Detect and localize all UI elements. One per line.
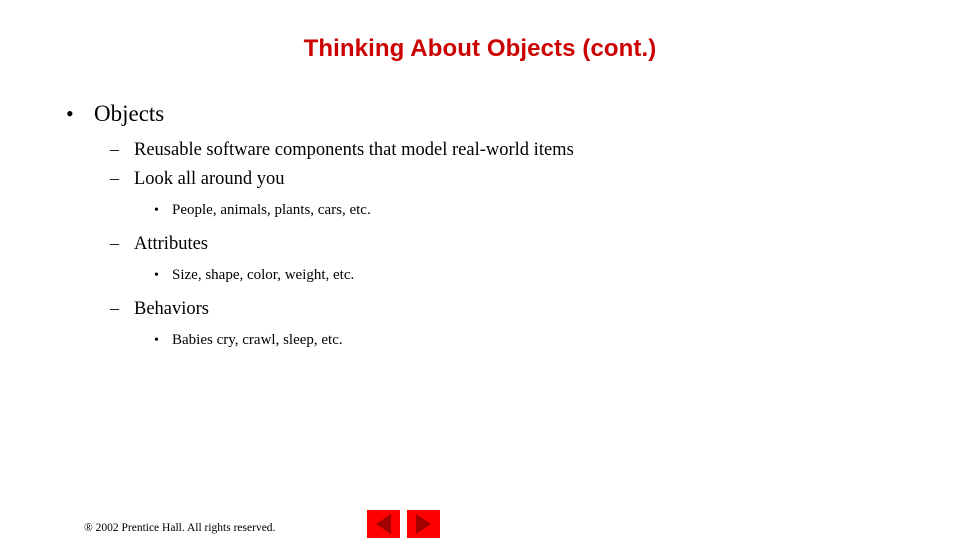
list-item-label: Reusable software components that model … (134, 140, 574, 160)
list-item-behaviors: – Behaviors (110, 296, 866, 322)
dash-marker-icon: – (110, 139, 119, 159)
list-item-objects: • Objects (66, 100, 866, 128)
bullet-marker-icon: • (154, 333, 159, 348)
list-item-label: Attributes (134, 234, 208, 254)
slide-navigation (367, 510, 440, 538)
list-item-label: Look all around you (134, 169, 285, 189)
list-item-label: Size, shape, color, weight, etc. (172, 267, 355, 283)
copyright-notice: ® 2002 Prentice Hall. All rights reserve… (84, 522, 276, 534)
list-item-label: People, animals, plants, cars, etc. (172, 202, 371, 218)
next-slide-button[interactable] (407, 510, 440, 538)
previous-slide-button[interactable] (367, 510, 400, 538)
triangle-right-icon (416, 514, 431, 534)
list-item-reusable-components: – Reusable software components that mode… (110, 137, 866, 163)
dash-marker-icon: – (110, 168, 119, 188)
list-item-label: Objects (94, 101, 165, 126)
bullet-marker-icon: • (66, 101, 74, 126)
triangle-left-icon (376, 514, 391, 534)
bullet-marker-icon: • (154, 268, 159, 283)
list-item-people-animals: • People, animals, plants, cars, etc. (154, 199, 866, 222)
slide-canvas: { "slide": { "title": "Thinking About Ob… (0, 0, 960, 540)
dash-marker-icon: – (110, 233, 119, 253)
list-item-look-around: – Look all around you (110, 166, 866, 192)
list-item-babies-cry: • Babies cry, crawl, sleep, etc. (154, 329, 866, 352)
list-item-label: Babies cry, crawl, sleep, etc. (172, 332, 343, 348)
list-item-size-shape-color: • Size, shape, color, weight, etc. (154, 264, 866, 287)
page-title: Thinking About Objects (cont.) (303, 35, 657, 62)
dash-marker-icon: – (110, 298, 119, 318)
list-item-attributes: – Attributes (110, 231, 866, 257)
outline-body: • Objects – Reusable software components… (66, 100, 866, 361)
bullet-marker-icon: • (154, 203, 159, 218)
list-item-label: Behaviors (134, 299, 210, 319)
